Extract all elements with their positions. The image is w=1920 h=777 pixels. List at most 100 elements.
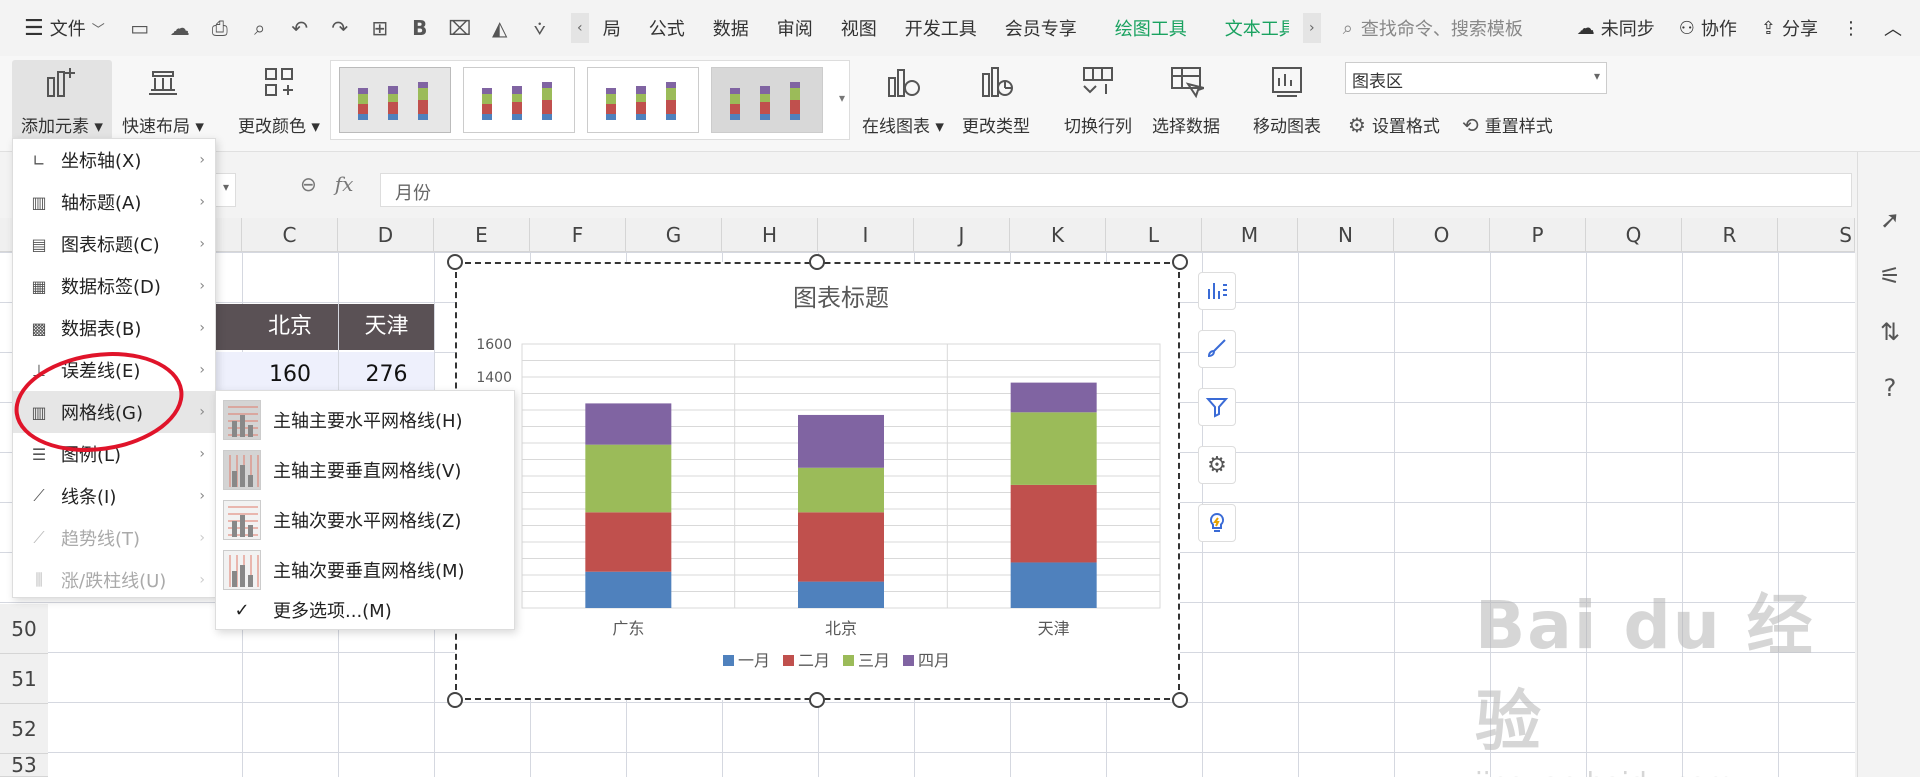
collapse-ribbon-icon[interactable]: ︿ <box>1884 15 1902 41</box>
swap-icon[interactable]: ⇅ <box>1876 318 1904 346</box>
chart-settings-gear-icon[interactable]: ⚙ <box>1198 446 1236 484</box>
column-header-g[interactable]: G <box>626 218 722 252</box>
select-data-button[interactable]: 选择数据 <box>1146 60 1226 137</box>
submenu-item-label: 主轴主要水平网格线(H) <box>273 411 463 432</box>
print-icon[interactable]: ⎙ <box>207 16 233 40</box>
chart-filter-icon[interactable] <box>1198 388 1236 426</box>
column-header-d[interactable]: D <box>338 218 434 252</box>
submenu-primary-major-vertical[interactable]: 主轴主要垂直网格线(V) <box>216 445 514 495</box>
column-header-q[interactable]: Q <box>1586 218 1682 252</box>
column-header-r[interactable]: R <box>1682 218 1778 252</box>
column-header-f[interactable]: F <box>530 218 626 252</box>
chart-style-4[interactable] <box>711 67 823 133</box>
resize-handle-top-middle[interactable] <box>809 254 825 270</box>
switch-row-column-button[interactable]: 切换行列 <box>1058 60 1138 137</box>
change-type-button[interactable]: 更改类型 <box>956 60 1036 137</box>
tab-drawing-tools[interactable]: 绘图工具 <box>1115 15 1187 41</box>
tab-formula[interactable]: 公式 <box>649 15 685 41</box>
column-header-m[interactable]: M <box>1202 218 1298 252</box>
column-header-e[interactable]: E <box>434 218 530 252</box>
online-chart-button[interactable]: 在线图表 ▾ <box>858 60 948 137</box>
gallery-expand-icon[interactable]: ▾ <box>839 91 845 105</box>
column-header-k[interactable]: K <box>1010 218 1106 252</box>
sync-button[interactable]: ☁ 未同步 <box>1577 15 1655 41</box>
row-header-53[interactable]: 53 <box>0 754 48 777</box>
tab-scroll-left-icon[interactable]: ‹ <box>570 13 589 43</box>
format-painter-icon[interactable]: ⌧ <box>447 16 473 40</box>
more-icon[interactable]: ⩒ <box>527 16 553 40</box>
quick-layout-button[interactable]: 快速布局 ▾ <box>118 60 208 137</box>
column-header-l[interactable]: L <box>1106 218 1202 252</box>
cell-c-beijing[interactable]: 北京 <box>216 304 338 350</box>
chart-area[interactable]: 图表标题 1400 1600 广东 北京 天津 一月 二月 三月 四月 <box>455 262 1180 700</box>
row-header-52[interactable]: 52 <box>0 704 48 754</box>
change-color-button[interactable]: 更改颜色 ▾ <box>234 60 324 137</box>
chart-style-1[interactable] <box>339 67 451 133</box>
tab-review[interactable]: 审阅 <box>777 15 813 41</box>
column-header-o[interactable]: O <box>1394 218 1490 252</box>
menu-item-data-label[interactable]: ▦ 数据标签(D) › <box>13 265 215 307</box>
file-menu-label: 文件 <box>49 19 86 40</box>
chart-lightbulb-icon[interactable] <box>1198 504 1236 542</box>
reset-style-button[interactable]: ⟲ 重置样式 <box>1462 112 1553 138</box>
help-icon[interactable]: ? <box>1876 374 1904 402</box>
border-icon[interactable]: ⊞ <box>367 16 393 40</box>
submenu-primary-minor-horizontal[interactable]: 主轴次要水平网格线(Z) <box>216 495 514 545</box>
row-header-51[interactable]: 51 <box>0 654 48 704</box>
set-format-button[interactable]: ⚙ 设置格式 <box>1348 112 1440 138</box>
menu-item-axis-title[interactable]: ▥ 轴标题(A) › <box>13 181 215 223</box>
tab-data[interactable]: 数据 <box>713 15 749 41</box>
tab-developer[interactable]: 开发工具 <box>905 15 977 41</box>
submenu-primary-minor-vertical[interactable]: 主轴次要垂直网格线(M) <box>216 545 514 595</box>
resize-handle-top-left[interactable] <box>447 254 463 270</box>
add-element-button[interactable]: 添加元素 ▾ <box>12 60 112 140</box>
chart-style-brush-icon[interactable] <box>1198 330 1236 368</box>
menu-item-axis[interactable]: ∟ 坐标轴(X) › <box>13 139 215 181</box>
resize-handle-top-right[interactable] <box>1172 254 1188 270</box>
bold-icon[interactable]: B <box>407 16 433 40</box>
save-icon[interactable]: ▭ <box>127 16 153 40</box>
submenu-more-options[interactable]: ✓ 更多选项...(M) <box>216 591 514 629</box>
menu-item-chart-title[interactable]: ▤ 图表标题(C) › <box>13 223 215 265</box>
file-menu[interactable]: ☰ 文件 ﹀ <box>24 15 105 41</box>
column-header-i[interactable]: I <box>818 218 914 252</box>
undo-icon[interactable]: ↶ <box>287 16 313 40</box>
select-cursor-icon[interactable]: ➚ <box>1876 206 1904 234</box>
column-header-h[interactable]: H <box>722 218 818 252</box>
formula-input[interactable]: 月份 <box>380 173 1852 207</box>
move-chart-button[interactable]: 移动图表 <box>1245 60 1329 137</box>
fx-icon[interactable]: fx <box>335 172 354 196</box>
share-button[interactable]: ⇪ 分享 <box>1761 15 1818 41</box>
tab-text-tools[interactable]: 文本工具 <box>1225 15 1289 41</box>
chart-style-3[interactable] <box>587 67 699 133</box>
column-header-j[interactable]: J <box>914 218 1010 252</box>
tab-layout[interactable]: 局 <box>603 15 621 41</box>
resize-handle-bottom-middle[interactable] <box>809 692 825 708</box>
submenu-primary-major-horizontal[interactable]: 主轴主要水平网格线(H) <box>216 395 514 445</box>
chart-elements-icon[interactable] <box>1198 272 1236 310</box>
chart-element-select[interactable]: 图表区 ▾ <box>1345 62 1607 94</box>
redo-icon[interactable]: ↷ <box>327 16 353 40</box>
column-header-p[interactable]: P <box>1490 218 1586 252</box>
more-options-icon[interactable]: ⋮ <box>1842 18 1860 39</box>
resize-handle-bottom-left[interactable] <box>447 692 463 708</box>
print-preview-icon[interactable]: ⌕ <box>247 16 273 40</box>
cloud-icon[interactable]: ☁ <box>167 16 193 40</box>
search-box[interactable]: ⌕ 查找命令、搜索模板 <box>1343 15 1523 41</box>
tab-scroll-right-icon[interactable]: › <box>1302 13 1321 43</box>
tab-member[interactable]: 会员专享 <box>1005 15 1077 41</box>
column-header-s[interactable]: S <box>1778 218 1855 252</box>
cell-d-tianjin[interactable]: 天津 <box>339 304 434 350</box>
fill-color-icon[interactable]: ◭ <box>487 16 513 40</box>
menu-item-lines[interactable]: ⟋ 线条(I) › <box>13 475 215 517</box>
collaborate-button[interactable]: ⚇ 协作 <box>1679 15 1737 41</box>
row-header-50[interactable]: 50 <box>0 604 48 654</box>
property-sliders-icon[interactable]: ⚟ <box>1876 262 1904 290</box>
tab-view[interactable]: 视图 <box>841 15 877 41</box>
column-header-c[interactable]: C <box>242 218 338 252</box>
resize-handle-bottom-right[interactable] <box>1172 692 1188 708</box>
column-header-n[interactable]: N <box>1298 218 1394 252</box>
menu-item-data-table[interactable]: ▩ 数据表(B) › <box>13 307 215 349</box>
zoom-icon[interactable]: ⊖ <box>300 172 317 196</box>
chart-style-2[interactable] <box>463 67 575 133</box>
